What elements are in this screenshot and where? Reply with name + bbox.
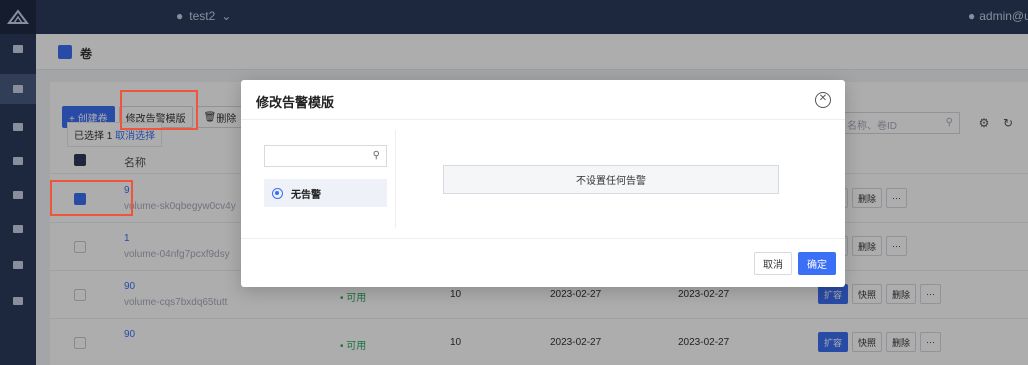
highlight-modify-alarm (120, 90, 198, 130)
dialog-body: ⚲ 无告警 不设置任何告警 (241, 120, 845, 238)
dialog-header: 修改告警模版 ✕ (241, 80, 845, 120)
option-no-alarm[interactable]: 无告警 (264, 179, 387, 207)
radio-selected-icon[interactable] (272, 187, 283, 199)
no-alarm-display: 不设置任何告警 (443, 165, 779, 194)
close-icon[interactable]: ✕ (815, 92, 831, 108)
highlight-selected-row (50, 180, 133, 216)
search-icon: ⚲ (372, 150, 380, 161)
cancel-button[interactable]: 取消 (754, 252, 792, 275)
confirm-button[interactable]: 确定 (798, 252, 836, 275)
template-search-input[interactable]: ⚲ (264, 145, 387, 167)
divider (395, 130, 396, 228)
modify-alarm-template-dialog: 修改告警模版 ✕ ⚲ 无告警 不设置任何告警 取消 确定 (241, 80, 845, 287)
option-no-alarm-label: 无告警 (291, 189, 321, 201)
dialog-title: 修改告警模版 (256, 95, 335, 110)
dialog-footer: 取消 确定 (241, 238, 845, 287)
